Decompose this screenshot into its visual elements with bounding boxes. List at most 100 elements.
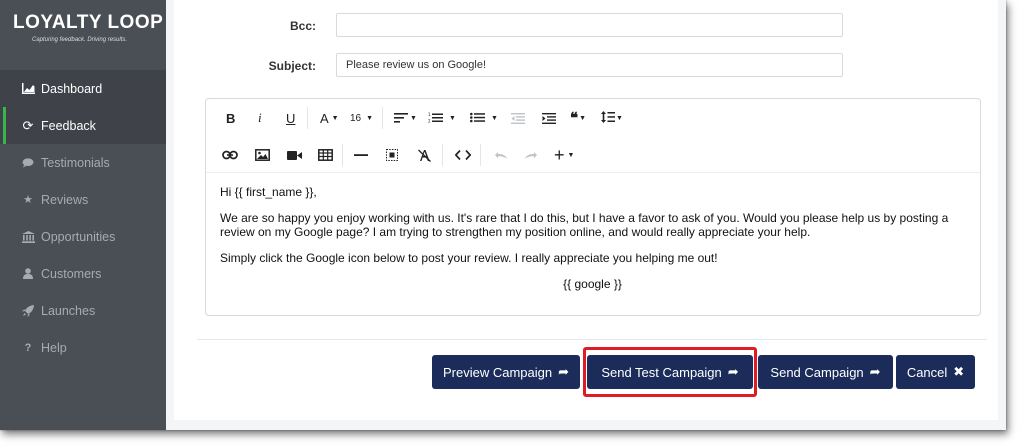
link-icon[interactable] — [222, 150, 238, 160]
star-icon: ★ — [23, 194, 33, 206]
sidebar-item-label: Feedback — [41, 118, 96, 133]
toolbar-separator — [342, 144, 343, 166]
video-icon[interactable] — [287, 150, 302, 161]
sidebar-item-testimonials[interactable]: Testimonials — [0, 144, 166, 181]
sidebar-item-label: Help — [41, 340, 67, 355]
sidebar-item-launches[interactable]: Launches — [0, 292, 166, 329]
toolbar-divider — [206, 172, 980, 173]
email-body-editor: B i U A ▼ 16 ▼ ▼ 1 2 ▼ ▼ ❝ ▼ ▼ + ▼ Hi {{… — [205, 98, 981, 316]
button-label: Preview Campaign — [442, 364, 553, 380]
sidebar: LOYALTY LOOP Capturing feedback. Driving… — [0, 0, 166, 430]
toolbar-separator — [442, 144, 443, 166]
bcc-label: Bcc: — [289, 19, 316, 33]
editor-toolbar-row-1: B i U A ▼ 16 ▼ ▼ 1 2 ▼ ▼ ❝ ▼ ▼ — [206, 100, 626, 136]
logo-text: LOYALTY LOOP — [13, 12, 164, 33]
redo-icon[interactable] — [524, 151, 538, 160]
outdent-icon[interactable] — [511, 112, 525, 124]
app-window: LOYALTY LOOP Capturing feedback. Driving… — [0, 0, 1006, 430]
ordered-list-icon: 12 — [428, 111, 443, 126]
align-left-icon — [394, 111, 408, 126]
preview-campaign-button[interactable]: Preview Campaign ➦ — [432, 355, 580, 389]
sidebar-item-label: Testimonials — [41, 155, 110, 170]
font-size-label: 16 — [350, 112, 362, 124]
line-height-button[interactable]: ▼ — [601, 110, 623, 126]
bullet-list-icon — [470, 111, 485, 126]
highlight-annotation — [583, 347, 757, 397]
caret-down-icon: ▼ — [491, 114, 498, 122]
button-label: Send Campaign — [770, 364, 864, 380]
button-label: Cancel — [906, 364, 948, 380]
sidebar-item-dashboard[interactable]: Dashboard — [0, 70, 166, 107]
svg-text:2: 2 — [428, 118, 431, 123]
clear-format-icon[interactable] — [418, 149, 431, 162]
chart-icon — [21, 83, 35, 94]
toolbar-separator — [307, 107, 308, 129]
bcc-field[interactable] — [336, 13, 843, 37]
code-view-icon[interactable] — [455, 150, 471, 160]
refresh-icon: ⟳ — [22, 117, 34, 133]
quote-icon: ❝ — [570, 110, 579, 127]
sidebar-item-help[interactable]: ? Help — [0, 329, 166, 366]
undo-icon[interactable] — [494, 151, 508, 160]
ordered-list-button[interactable]: 12 ▼ — [428, 111, 456, 126]
question-icon: ? — [24, 341, 32, 354]
toolbar-separator — [382, 107, 383, 129]
svg-text:1: 1 — [428, 112, 431, 117]
bullet-list-button[interactable]: ▼ — [470, 111, 498, 126]
share-arrow-icon: ➦ — [869, 364, 881, 379]
italic-button[interactable]: i — [258, 110, 262, 126]
rocket-icon — [21, 304, 35, 317]
table-icon[interactable] — [318, 149, 333, 161]
comment-icon — [21, 157, 35, 168]
caret-down-icon: ▼ — [331, 114, 339, 122]
sidebar-item-customers[interactable]: Customers — [0, 255, 166, 292]
send-campaign-button[interactable]: Send Campaign ➦ — [758, 355, 893, 389]
insert-more-button[interactable]: + ▼ — [554, 145, 574, 166]
scroll-gutter — [998, 0, 1006, 430]
caret-down-icon: ▼ — [449, 114, 456, 122]
select-all-icon[interactable] — [386, 149, 398, 161]
subject-field[interactable]: Please review us on Google! — [336, 53, 843, 77]
subject-label: Subject: — [268, 59, 316, 73]
caret-down-icon: ▼ — [616, 114, 623, 122]
caret-down-icon: ▼ — [567, 151, 575, 159]
caret-down-icon: ▼ — [366, 114, 374, 122]
bank-icon — [21, 230, 35, 243]
image-icon[interactable] — [255, 149, 270, 161]
sidebar-item-reviews[interactable]: ★ Reviews — [0, 181, 166, 218]
blockquote-button[interactable]: ❝ ▼ — [570, 109, 586, 127]
toolbar-separator — [480, 144, 481, 166]
sidebar-item-label: Customers — [41, 266, 102, 281]
font-color-button[interactable]: A ▼ — [320, 111, 339, 126]
email-body[interactable]: Hi {{ first_name }}, We are so happy you… — [220, 185, 965, 303]
indent-icon[interactable] — [542, 112, 556, 124]
google-token: {{ google }} — [563, 277, 622, 291]
body-paragraph: Simply click the Google icon below to po… — [220, 251, 718, 265]
sidebar-item-label: Dashboard — [41, 81, 103, 96]
cancel-button[interactable]: Cancel ✖ — [896, 355, 975, 389]
body-paragraph: We are so happy you enjoy working with u… — [220, 211, 949, 239]
share-arrow-icon: ➦ — [558, 364, 569, 379]
divider — [197, 339, 987, 340]
plus-icon: + — [554, 144, 565, 165]
caret-down-icon: ▼ — [410, 114, 417, 122]
sidebar-item-feedback[interactable]: ⟳ Feedback — [0, 107, 166, 144]
horizontal-rule-icon[interactable] — [354, 150, 368, 160]
sidebar-item-label: Opportunities — [41, 229, 116, 244]
sidebar-nav: Dashboard ⟳ Feedback Testimonials ★ Revi… — [0, 70, 166, 366]
close-icon: ✖ — [953, 364, 965, 379]
greeting-text: Hi {{ first_name }}, — [220, 185, 317, 199]
font-color-label: A — [320, 110, 329, 126]
caret-down-icon: ▼ — [579, 114, 587, 122]
logo[interactable]: LOYALTY LOOP Capturing feedback. Driving… — [0, 0, 166, 70]
editor-toolbar-row-2: + ▼ — [206, 137, 626, 173]
sidebar-item-label: Launches — [41, 303, 96, 318]
user-icon — [21, 268, 35, 279]
sidebar-item-label: Reviews — [41, 192, 89, 207]
sidebar-item-opportunities[interactable]: Opportunities — [0, 218, 166, 255]
align-button[interactable]: ▼ — [394, 111, 417, 126]
underline-button[interactable]: U — [286, 111, 295, 126]
bold-button[interactable]: B — [226, 111, 235, 126]
font-size-button[interactable]: 16 ▼ — [350, 113, 373, 124]
line-height-icon — [601, 110, 615, 126]
